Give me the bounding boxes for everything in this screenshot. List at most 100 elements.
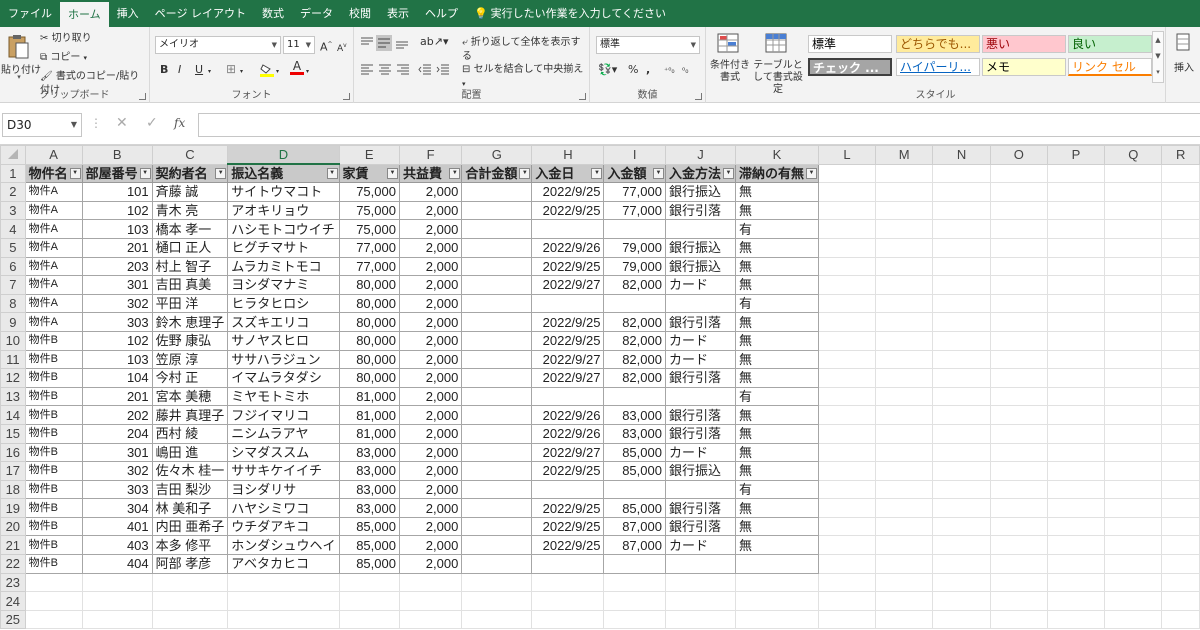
table-cell[interactable]: 銀行引落: [664, 200, 736, 221]
cell[interactable]: [817, 572, 877, 593]
cell[interactable]: [874, 368, 934, 388]
row-header[interactable]: 23: [0, 572, 26, 593]
table-cell[interactable]: [461, 200, 533, 221]
cell[interactable]: [734, 572, 819, 593]
table-cell[interactable]: 無: [734, 330, 819, 351]
table-cell[interactable]: 83,000: [338, 461, 400, 481]
cell[interactable]: [603, 572, 666, 593]
cell[interactable]: [1104, 182, 1163, 202]
table-cell[interactable]: 2,000: [398, 312, 463, 332]
table-cell[interactable]: 斉藤 誠: [151, 182, 229, 202]
cell[interactable]: [151, 591, 229, 611]
tab-1[interactable]: ホーム: [60, 2, 109, 27]
table-cell[interactable]: [603, 219, 666, 239]
chevron-down-icon[interactable]: ▾: [276, 65, 279, 79]
table-cell[interactable]: 銀行引落: [664, 423, 736, 444]
bold-icon[interactable]: B: [160, 63, 168, 77]
row-header[interactable]: 2: [0, 182, 26, 202]
column-header-J[interactable]: J: [664, 145, 736, 165]
cell[interactable]: [932, 498, 991, 518]
table-cell[interactable]: 無: [734, 516, 819, 537]
table-cell[interactable]: [461, 405, 533, 425]
cell[interactable]: [1104, 330, 1163, 351]
font-launcher-icon[interactable]: [343, 93, 350, 100]
cell[interactable]: [932, 219, 991, 239]
table-cell[interactable]: 103: [81, 219, 153, 239]
header-cell[interactable]: 入金方法 ▼: [664, 163, 736, 184]
table-cell[interactable]: ニシムラアヤ: [227, 423, 340, 444]
cell[interactable]: [989, 330, 1048, 351]
filter-dropdown-icon[interactable]: ▼: [326, 168, 338, 180]
table-cell[interactable]: 有: [734, 479, 819, 500]
tab-7[interactable]: 表示: [379, 0, 417, 27]
cell[interactable]: [817, 535, 877, 556]
cell-style-4[interactable]: チェック ...: [808, 58, 892, 76]
table-cell[interactable]: 銀行引落: [664, 405, 736, 425]
table-cell[interactable]: 西村 綾: [151, 423, 229, 444]
chevron-down-icon[interactable]: ▾: [2, 73, 36, 81]
cell[interactable]: [932, 368, 991, 388]
cell[interactable]: [874, 461, 934, 481]
filter-dropdown-icon[interactable]: ▼: [386, 167, 398, 179]
cell[interactable]: [227, 591, 340, 611]
align-middle-icon[interactable]: [376, 35, 392, 51]
table-cell[interactable]: [461, 498, 533, 518]
table-cell[interactable]: 物件B: [24, 554, 83, 574]
cell[interactable]: [817, 386, 877, 407]
table-cell[interactable]: 2,000: [398, 256, 463, 277]
table-cell[interactable]: 104: [81, 368, 153, 388]
cell[interactable]: [874, 256, 934, 277]
tab-0[interactable]: ファイル: [0, 0, 60, 27]
table-cell[interactable]: 2022/9/25: [531, 200, 605, 221]
cell[interactable]: [817, 163, 877, 184]
column-header-F[interactable]: F: [398, 145, 463, 165]
table-cell[interactable]: 302: [81, 461, 153, 481]
cell[interactable]: [932, 516, 991, 537]
table-cell[interactable]: [461, 293, 533, 314]
cell[interactable]: [989, 386, 1048, 407]
row-header[interactable]: 22: [0, 554, 26, 574]
filter-dropdown-icon[interactable]: ▼: [722, 167, 734, 179]
table-cell[interactable]: 今村 正: [151, 368, 229, 388]
cell[interactable]: [1104, 572, 1163, 593]
table-cell[interactable]: 有: [734, 219, 819, 239]
table-cell[interactable]: 2022/9/26: [531, 423, 605, 444]
row-header[interactable]: 4: [0, 219, 26, 239]
table-cell[interactable]: [603, 554, 666, 574]
table-cell[interactable]: 2,000: [398, 498, 463, 518]
column-header-M[interactable]: M: [874, 145, 934, 165]
cell[interactable]: [1161, 535, 1200, 556]
table-cell[interactable]: 2022/9/25: [531, 516, 605, 537]
gallery-scroll[interactable]: ▲ ▼ ▾: [1152, 31, 1164, 83]
cell[interactable]: [1104, 405, 1163, 425]
cell[interactable]: [989, 405, 1048, 425]
table-cell[interactable]: 2022/9/27: [531, 442, 605, 463]
table-cell[interactable]: 吉田 梨沙: [151, 479, 229, 500]
table-cell[interactable]: [461, 256, 533, 277]
decrease-font-icon[interactable]: Av: [337, 39, 347, 56]
table-cell[interactable]: ハヤシミワコ: [227, 498, 340, 518]
table-cell[interactable]: 77,000: [338, 256, 400, 277]
cell[interactable]: [1104, 461, 1163, 481]
cell[interactable]: [1046, 609, 1106, 630]
cell[interactable]: [603, 591, 666, 611]
table-cell[interactable]: 物件B: [24, 368, 83, 388]
cell[interactable]: [151, 572, 229, 593]
table-cell[interactable]: 82,000: [603, 275, 666, 295]
tab-2[interactable]: 挿入: [109, 0, 147, 27]
cell[interactable]: [1046, 572, 1106, 593]
row-header[interactable]: 1: [0, 163, 26, 184]
cell[interactable]: [874, 330, 934, 351]
cell[interactable]: [24, 591, 83, 611]
cell[interactable]: [1046, 386, 1106, 407]
table-cell[interactable]: 2,000: [398, 516, 463, 537]
table-cell[interactable]: 無: [734, 200, 819, 221]
cell[interactable]: [1104, 554, 1163, 574]
table-cell[interactable]: 橋本 孝一: [151, 219, 229, 239]
table-cell[interactable]: 物件B: [24, 535, 83, 556]
cell[interactable]: [932, 591, 991, 611]
cell[interactable]: [398, 572, 463, 593]
table-cell[interactable]: 銀行振込: [664, 237, 736, 258]
table-cell[interactable]: [461, 182, 533, 202]
table-cell[interactable]: 2,000: [398, 386, 463, 407]
